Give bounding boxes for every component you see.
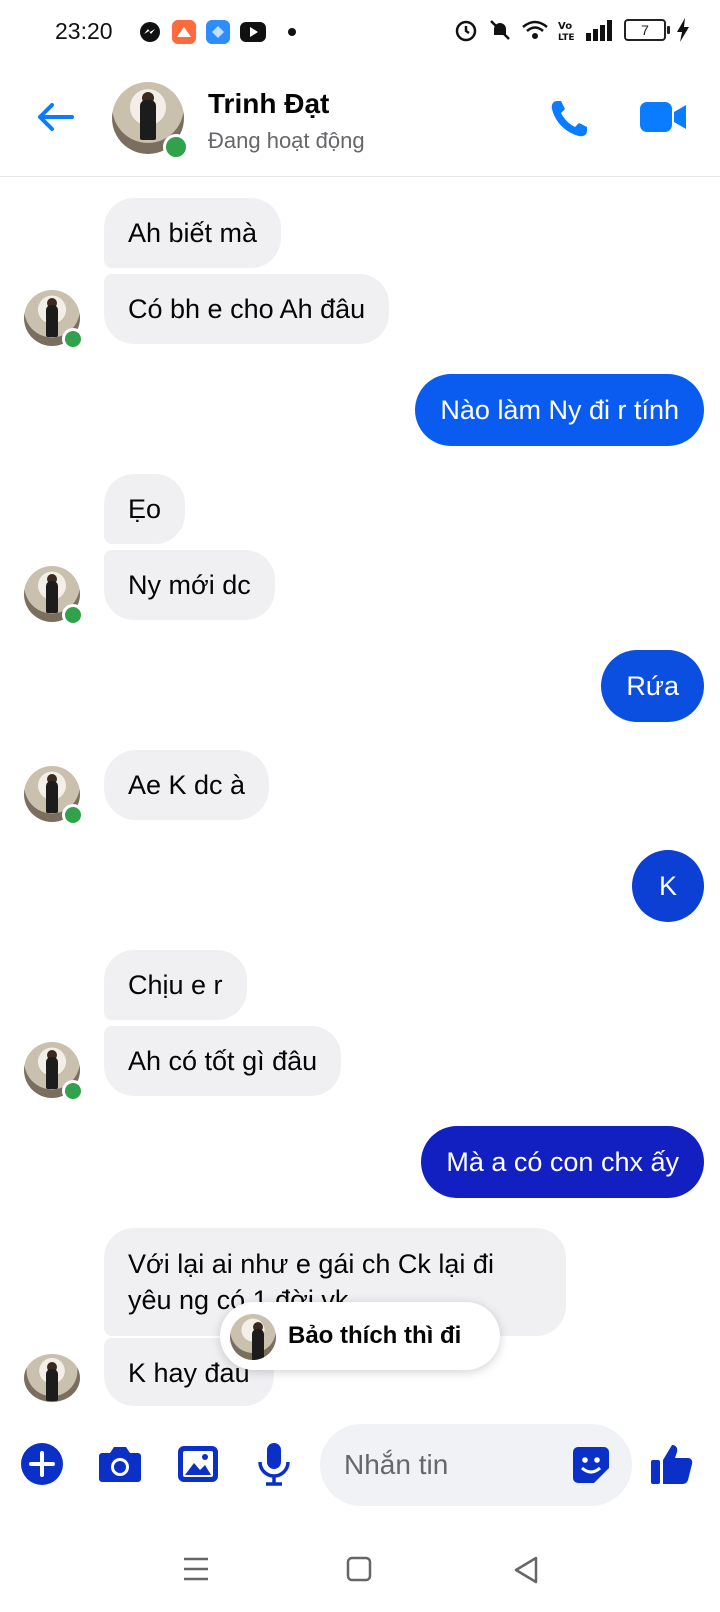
message-bubble-incoming[interactable]: Ẹo xyxy=(104,474,186,544)
more-dot-icon xyxy=(288,28,296,36)
signal-icon xyxy=(586,20,612,41)
app-icon xyxy=(172,20,196,44)
message-bubble-incoming[interactable]: Có bh e cho Ah đâu xyxy=(104,274,390,344)
message-bubble-incoming[interactable]: Ny mới dc xyxy=(104,550,275,620)
back-icon[interactable] xyxy=(512,1556,540,1584)
home-icon[interactable] xyxy=(346,1556,372,1582)
voice-button[interactable] xyxy=(250,1440,298,1488)
message-bubble-outgoing[interactable]: Mà a có con chx ấy xyxy=(421,1126,704,1198)
svg-text:Vo: Vo xyxy=(558,21,572,32)
message-bubble-outgoing[interactable]: Rứa xyxy=(601,650,704,722)
notification-icons xyxy=(138,20,296,44)
plus-icon xyxy=(21,1443,63,1485)
online-indicator xyxy=(62,328,84,350)
video-call-icon[interactable] xyxy=(640,100,686,134)
wifi-icon xyxy=(522,20,548,39)
contact-name[interactable]: Trinh Đạt xyxy=(208,88,329,120)
svg-text:LTE: LTE xyxy=(558,33,575,41)
charging-icon xyxy=(677,18,689,42)
message-bubble-outgoing[interactable]: Nào làm Ny đi r tính xyxy=(415,374,704,446)
message-bubble-incoming[interactable]: Ah biết mà xyxy=(104,198,282,268)
input-placeholder: Nhắn tin xyxy=(344,1449,449,1480)
system-icons: Vo LTE 7 xyxy=(454,18,690,42)
image-icon xyxy=(178,1446,218,1482)
volte-icon: VoLTE xyxy=(558,21,575,41)
message-bubble-incoming[interactable]: Chịu e r xyxy=(104,950,247,1020)
online-indicator xyxy=(62,804,84,826)
alarm-icon xyxy=(455,20,477,42)
online-indicator xyxy=(62,604,84,626)
gallery-button[interactable] xyxy=(174,1440,222,1488)
message-bubble-incoming[interactable]: Ah có tốt gì đâu xyxy=(104,1026,342,1096)
clock: 23:20 xyxy=(55,18,113,44)
youtube-icon xyxy=(240,22,266,42)
message-bubble-outgoing[interactable]: K xyxy=(632,850,704,922)
like-button[interactable] xyxy=(648,1440,696,1488)
battery-icon: 7 xyxy=(624,19,670,41)
status-bar: 23:20 Vo LTE 7 xyxy=(0,0,720,66)
microphone-icon xyxy=(258,1443,290,1486)
message-composer: Nhắn tin xyxy=(0,1412,720,1522)
camera-button[interactable] xyxy=(96,1440,144,1488)
shield-icon xyxy=(206,20,230,44)
sticker-icon[interactable] xyxy=(572,1446,610,1484)
plus-button[interactable] xyxy=(18,1440,66,1488)
camera-icon xyxy=(99,1447,141,1482)
system-navigation-bar xyxy=(0,1530,720,1612)
message-input[interactable]: Nhắn tin xyxy=(320,1424,632,1506)
reaction-toast[interactable]: Bảo thích thì đi xyxy=(220,1302,500,1370)
thumbs-up-icon xyxy=(651,1445,693,1484)
phone-icon[interactable] xyxy=(548,98,590,140)
online-indicator xyxy=(163,134,189,160)
menu-icon[interactable] xyxy=(182,1556,210,1582)
message-bubble-incoming[interactable]: Ae K dc à xyxy=(104,750,270,820)
toast-avatar xyxy=(230,1314,276,1360)
mute-icon xyxy=(490,20,510,40)
chat-header: Trinh Đạt Đang hoạt động xyxy=(0,66,720,177)
sender-avatar[interactable] xyxy=(24,1354,80,1402)
messenger-icon xyxy=(138,20,162,44)
contact-status: Đang hoạt động xyxy=(208,128,365,153)
toast-text: Bảo thích thì đi xyxy=(288,1322,462,1349)
online-indicator xyxy=(62,1080,84,1102)
back-arrow-icon[interactable] xyxy=(36,102,74,132)
